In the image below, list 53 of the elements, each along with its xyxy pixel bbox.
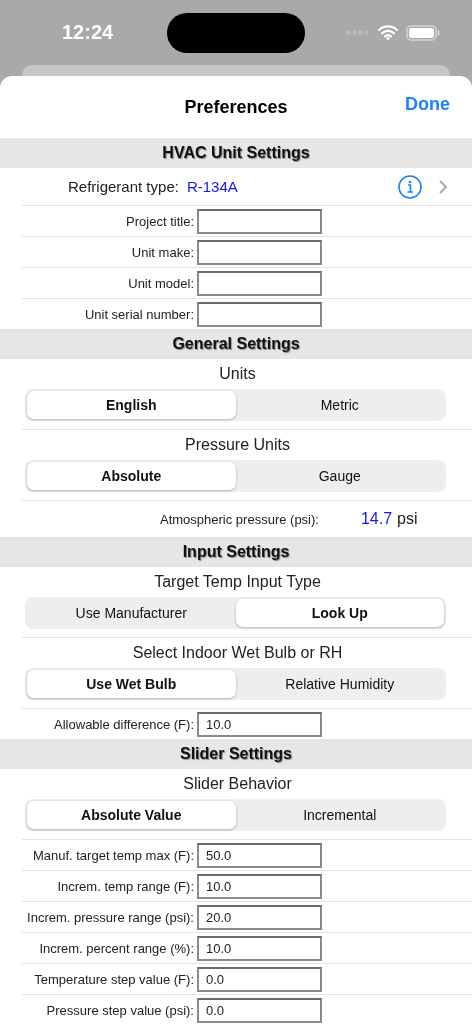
input-field[interactable]: 0.0 bbox=[197, 966, 322, 992]
field-label: Pressure step value (psi): bbox=[45, 1002, 195, 1018]
field-label: Unit serial number: bbox=[83, 306, 195, 322]
wifi-icon bbox=[378, 25, 398, 40]
sheet-title: Preferences bbox=[184, 96, 288, 118]
segment-title: Target Temp Input Type bbox=[153, 573, 322, 591]
input-field[interactable]: 20.0 bbox=[197, 904, 322, 930]
info-icon[interactable] bbox=[398, 174, 422, 199]
segment-title: Select Indoor Wet Bulb or RH bbox=[131, 644, 344, 662]
input-field[interactable]: 10.0 bbox=[197, 873, 322, 899]
section-title: Input Settings bbox=[182, 543, 290, 561]
input-field[interactable] bbox=[197, 270, 322, 296]
segment-title: Pressure Units bbox=[184, 436, 291, 454]
unit-label: psi bbox=[397, 510, 418, 528]
segment-option[interactable]: English bbox=[27, 391, 236, 419]
segment-option[interactable]: Use Manufacturer bbox=[27, 599, 236, 627]
field-label: Increm. percent range (%): bbox=[38, 940, 195, 956]
input-field[interactable]: 10.0 bbox=[197, 711, 322, 737]
input-field[interactable]: 0.0 bbox=[197, 997, 322, 1023]
section-title: Slider Settings bbox=[180, 745, 292, 763]
field-label: Unit model: bbox=[127, 275, 195, 291]
input-field[interactable]: 50.0 bbox=[197, 842, 322, 868]
segment-title: Slider Behavior bbox=[182, 775, 293, 793]
field-label: Unit make: bbox=[130, 244, 195, 260]
status-time: 12:24 bbox=[62, 21, 114, 44]
field-label: Temperature step value (F): bbox=[33, 971, 195, 987]
input-field[interactable] bbox=[197, 301, 322, 327]
field-label: Allowable difference (F): bbox=[53, 716, 195, 732]
field-label: Increm. pressure range (psi): bbox=[26, 909, 195, 925]
reading-label: Atmospheric pressure (psi): bbox=[160, 511, 319, 527]
input-field[interactable]: 10.0 bbox=[197, 935, 322, 961]
done-button[interactable]: Done bbox=[405, 94, 450, 115]
field-label: Manuf. target temp max (F): bbox=[31, 847, 195, 863]
segment-option[interactable]: Absolute Value bbox=[27, 801, 236, 829]
section-title: HVAC Unit Settings bbox=[162, 144, 310, 162]
refrigerant-label: Refrigerant type: bbox=[68, 178, 179, 195]
segment-option[interactable]: Incremental bbox=[235, 801, 444, 829]
section-title: General Settings bbox=[172, 335, 300, 353]
segment-option[interactable]: Use Wet Bulb bbox=[27, 670, 236, 698]
segment-option[interactable]: Metric bbox=[235, 391, 444, 419]
segment-option[interactable]: Relative Humidity bbox=[235, 670, 444, 698]
input-field[interactable] bbox=[197, 208, 322, 234]
field-label: Increm. temp range (F): bbox=[56, 878, 195, 894]
segment-title: Units bbox=[218, 365, 257, 383]
segment-option[interactable]: Look Up bbox=[235, 599, 444, 627]
chevron-icon bbox=[439, 179, 448, 194]
segment-option[interactable]: Absolute bbox=[27, 462, 236, 490]
refrigerant-value[interactable]: R-134A bbox=[186, 178, 398, 195]
battery-icon bbox=[406, 24, 440, 41]
field-label: Project title: bbox=[125, 213, 195, 229]
segment-option[interactable]: Gauge bbox=[235, 462, 444, 490]
input-field[interactable] bbox=[197, 239, 322, 265]
reading-value[interactable]: 14.7 bbox=[360, 510, 393, 528]
